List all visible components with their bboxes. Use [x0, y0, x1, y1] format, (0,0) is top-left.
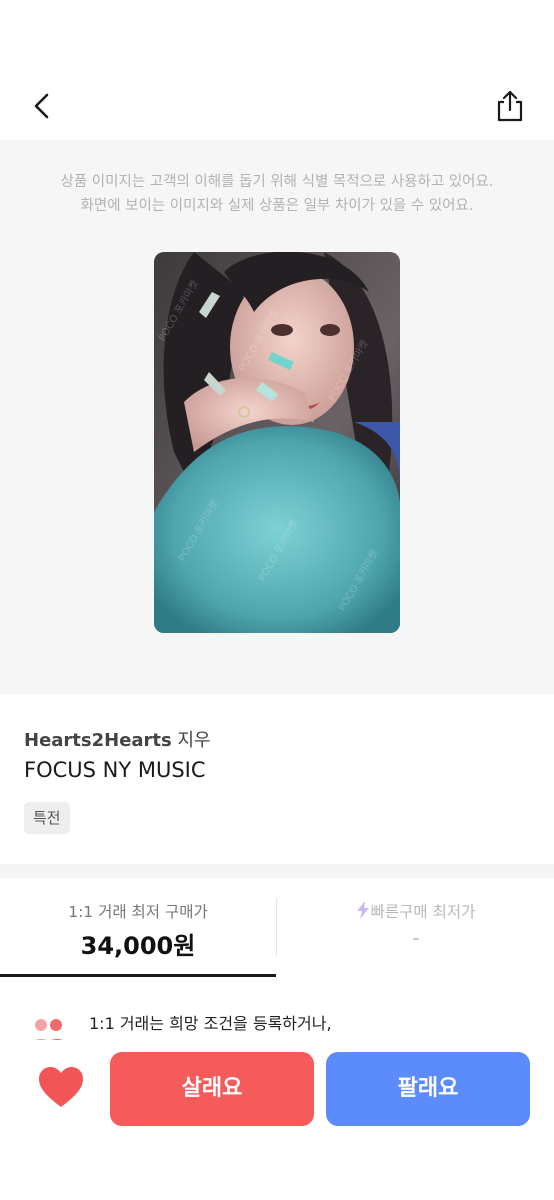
trade-notice: 1:1 거래는 희망 조건을 등록하거나, — [0, 978, 554, 1040]
top-bar — [0, 0, 554, 140]
trade-notice-text: 1:1 거래는 희망 조건을 등록하거나, — [89, 1014, 332, 1033]
heart-icon — [39, 1067, 83, 1107]
image-notice: 상품 이미지는 고객의 이해를 돕기 위해 식별 목적으로 사용하고 있어요. … — [0, 170, 554, 218]
product-title: FOCUS NY MUSIC — [24, 758, 206, 782]
people-icon — [35, 1019, 63, 1040]
group-name: Hearts2Hearts — [24, 730, 172, 751]
price-tabs: 1:1 거래 최저 구매가 34,000원 빠른구매 최저가 - — [0, 878, 554, 978]
image-notice-line1: 상품 이미지는 고객의 이해를 돕기 위해 식별 목적으로 사용하고 있어요. — [60, 174, 494, 190]
product-info: Hearts2Hearts 지우 FOCUS NY MUSIC 특전 — [0, 694, 554, 864]
product-tag: 특전 — [24, 802, 70, 834]
tab-label: 빠른구매 최저가 — [370, 903, 476, 921]
image-notice-line2: 화면에 보이는 이미지와 실제 상품은 일부 차이가 있을 수 있어요. — [80, 198, 474, 214]
lightning-icon — [356, 901, 369, 919]
tab-one-to-one-price[interactable]: 1:1 거래 최저 구매가 34,000원 — [0, 878, 276, 978]
tab-quick-buy-price[interactable]: 빠른구매 최저가 - — [278, 878, 554, 978]
member-name: 지우 — [177, 730, 211, 751]
tab-label: 1:1 거래 최저 구매가 — [68, 903, 208, 921]
back-button[interactable] — [26, 88, 62, 124]
share-button[interactable] — [492, 88, 528, 124]
chevron-left-icon — [34, 93, 49, 119]
active-tab-indicator — [0, 974, 276, 977]
like-button[interactable] — [38, 1066, 84, 1108]
tab-separator — [276, 898, 277, 956]
lowest-buy-price: 34,000원 — [80, 932, 196, 960]
section-divider — [0, 864, 554, 878]
sell-button[interactable]: 팔래요 — [326, 1052, 530, 1126]
product-image-area: 상품 이미지는 고객의 이해를 돕기 위해 식별 목적으로 사용하고 있어요. … — [0, 140, 554, 694]
share-icon — [497, 90, 523, 122]
product-artist[interactable]: Hearts2Hearts 지우 — [24, 726, 211, 752]
bottom-action-bar: 살래요 팔래요 — [0, 1040, 554, 1200]
buy-button[interactable]: 살래요 — [110, 1052, 314, 1126]
product-photocard-image[interactable]: POCO 포카마켓 POCO 포카마켓 POCO 포카마켓 POCO 포카마켓 … — [154, 252, 400, 633]
quick-buy-price: - — [412, 926, 420, 951]
